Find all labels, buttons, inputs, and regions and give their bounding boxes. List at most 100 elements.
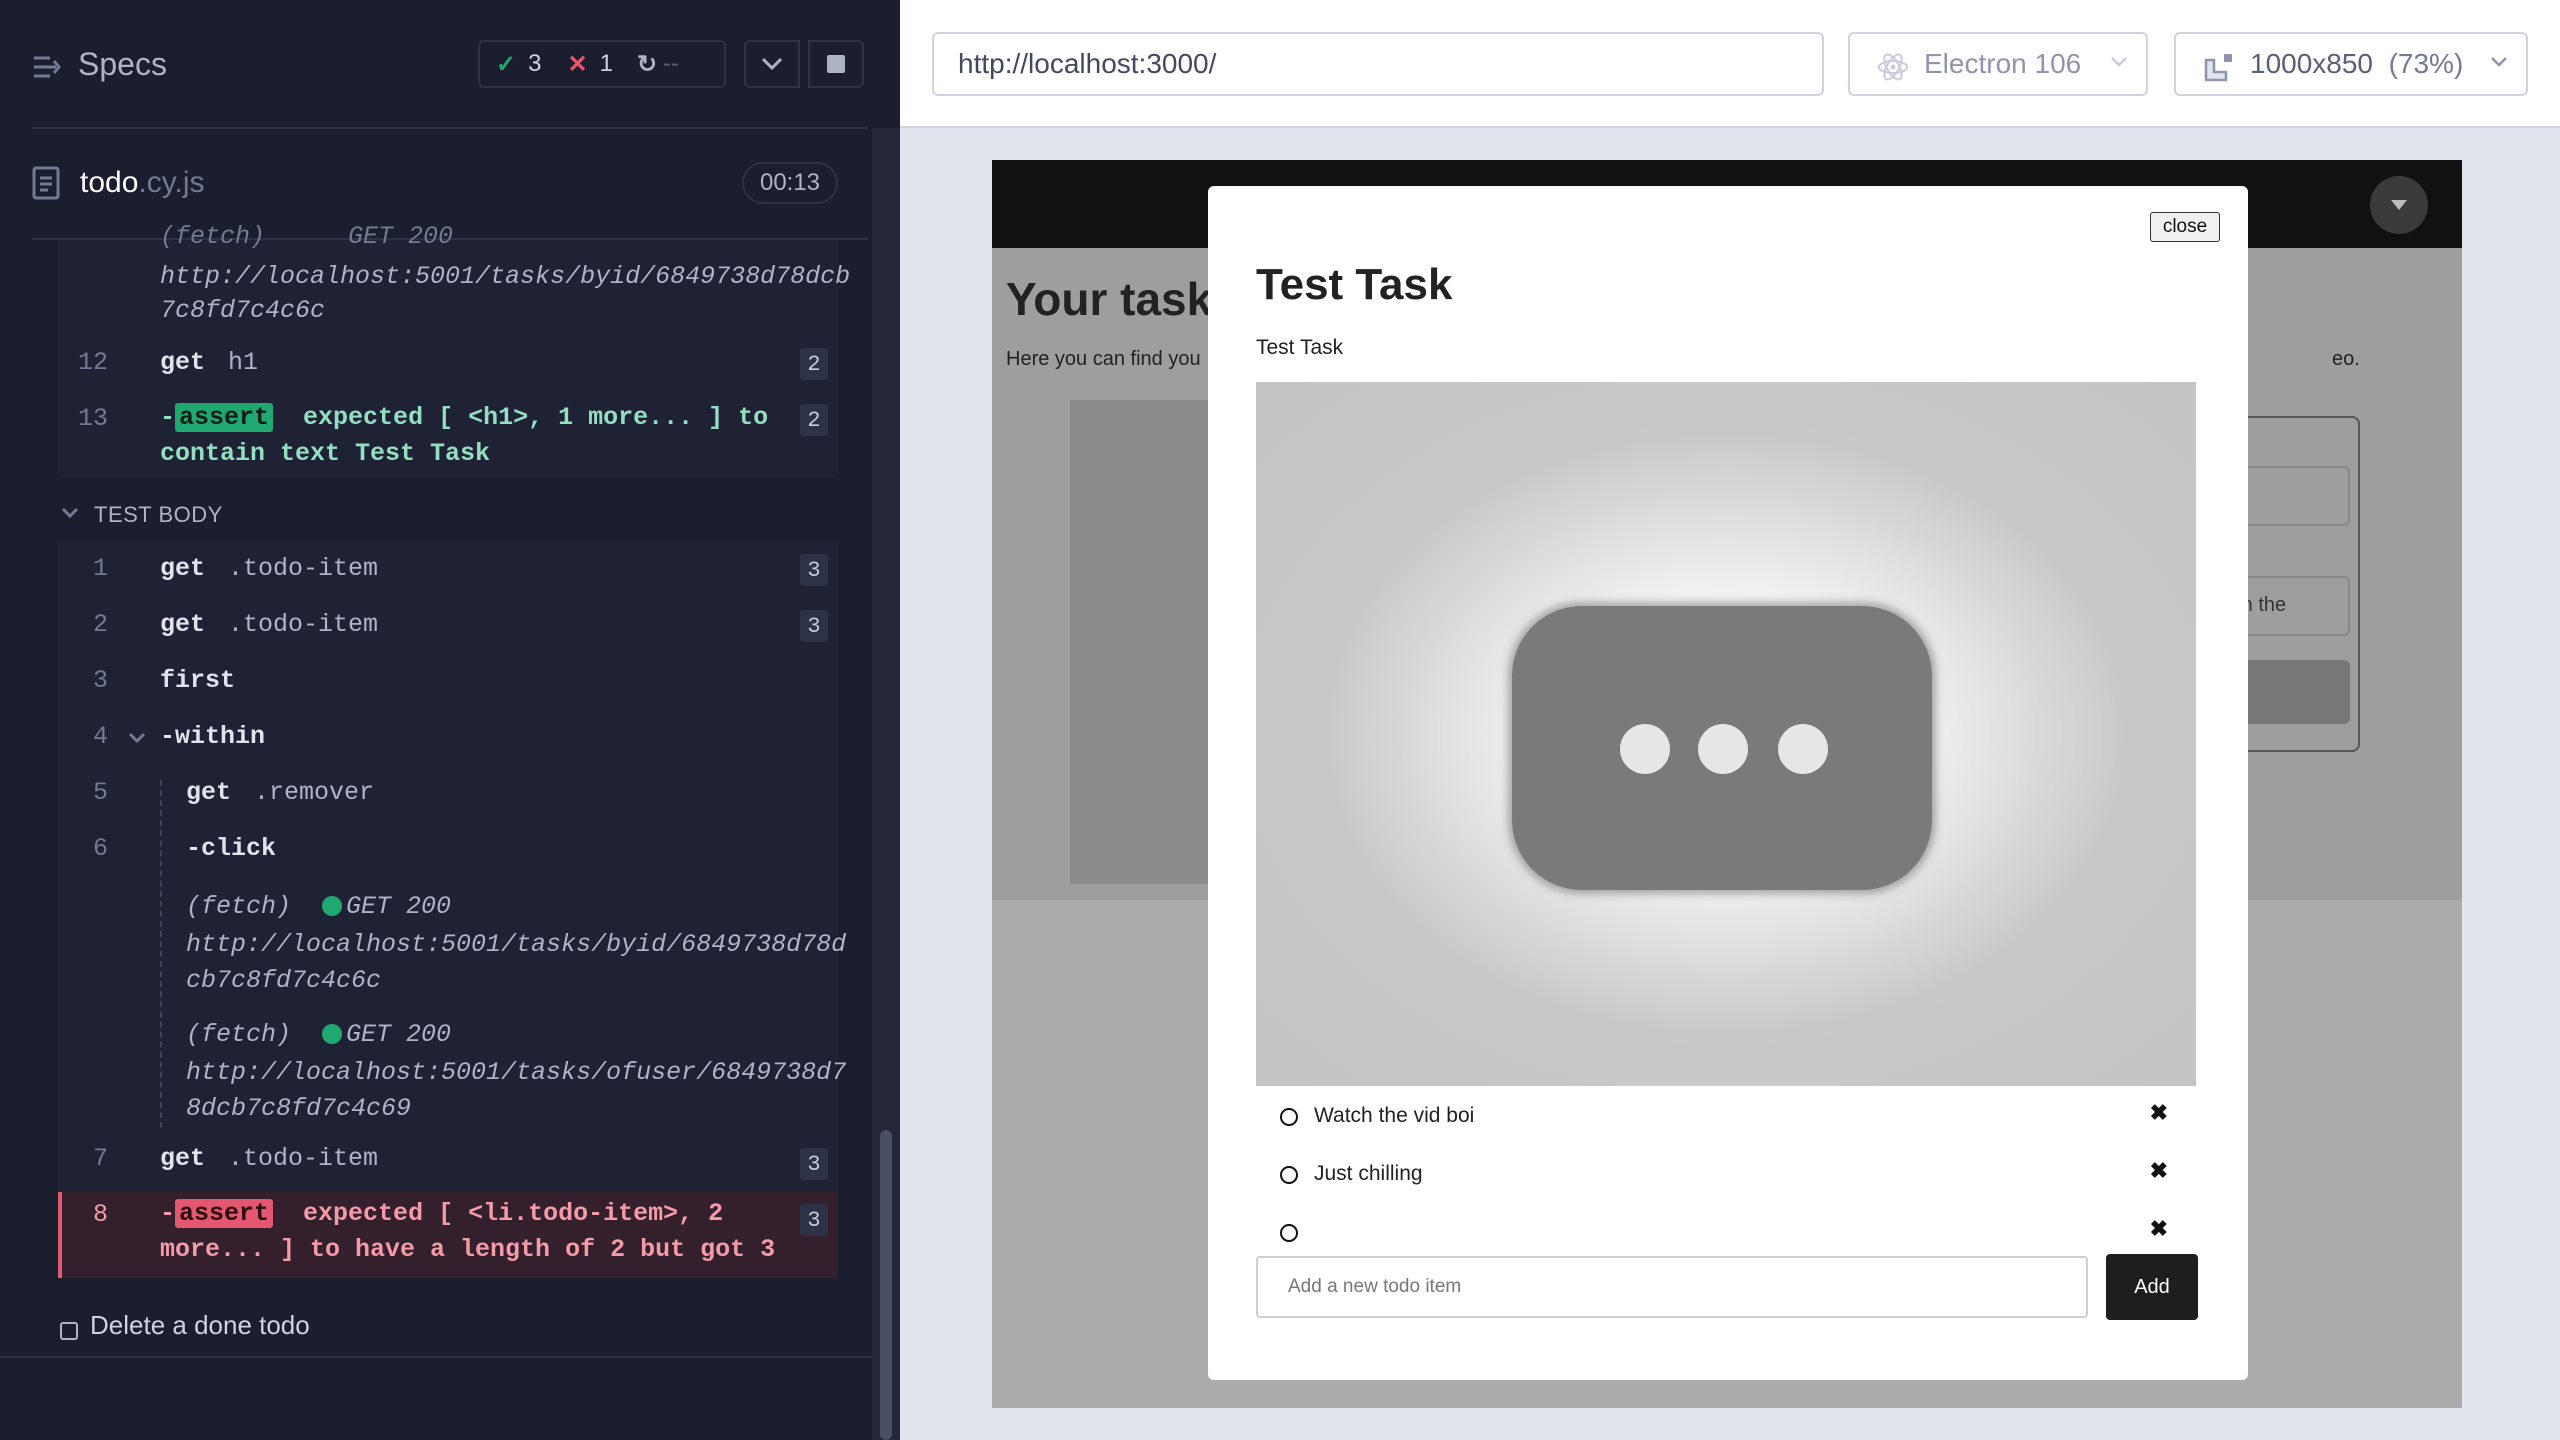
fetch-url: http://localhost:5001/tasks/byid/6849738…: [160, 262, 851, 291]
assert-dash: -: [160, 403, 176, 432]
line-number: 1: [92, 554, 108, 583]
todo-text: Just chilling: [1314, 1162, 1423, 1185]
page-description: Here you can find you: [1006, 348, 1201, 370]
stop-icon: [827, 55, 845, 73]
divider: [0, 1356, 872, 1358]
divider: [32, 127, 868, 129]
assert-message: expected [ <h1>, 1 more... ] to: [303, 403, 769, 432]
video-embed[interactable]: [1256, 382, 2196, 1086]
command-arg: h1: [228, 348, 259, 377]
within-guide: [160, 780, 162, 1128]
aut-panel: http://localhost:3000/ Electron 106 1000…: [900, 0, 2560, 1440]
modal-title: Test Task: [1256, 260, 1453, 309]
collapse-button[interactable]: [744, 40, 800, 88]
todo-toggle[interactable]: [1280, 1166, 1298, 1184]
test-status-checkbox: [60, 1322, 78, 1340]
count-badge: 3: [800, 554, 828, 586]
assert-tag: assert: [175, 1199, 274, 1228]
fetch-status-text: GET 200: [346, 1020, 452, 1049]
chevron-down-icon[interactable]: [60, 506, 80, 520]
chevron-down-icon[interactable]: [128, 732, 146, 744]
line-number: 5: [92, 778, 108, 807]
count-badge: 3: [800, 1204, 828, 1236]
scrollbar-thumb[interactable]: [880, 1130, 892, 1440]
fetch-url-cont: 8dcb7c8fd7c4c69: [186, 1094, 412, 1123]
loading-dot: [1778, 724, 1828, 774]
add-button[interactable]: Add: [2106, 1254, 2198, 1320]
spec-file-base: todo: [80, 166, 139, 199]
fetch-status: GET 200: [348, 222, 454, 251]
close-button[interactable]: close: [2150, 212, 2220, 242]
viewport-zoom: (73%): [2388, 48, 2464, 79]
command-arg: .todo-item: [228, 610, 379, 639]
passed-count: 3: [528, 50, 542, 77]
fetch-status[interactable]: GET 200: [318, 1020, 451, 1049]
assert-line[interactable]: - assert expected [ <h1>, 1 more... ] to: [160, 400, 768, 436]
viewport-selector[interactable]: 1000x850 (73%): [2174, 32, 2528, 96]
check-icon: ✓: [496, 50, 517, 78]
command-within[interactable]: -within: [160, 722, 265, 751]
specs-title[interactable]: Specs: [78, 46, 167, 83]
video-loading-icon: [1512, 606, 1932, 890]
remove-icon[interactable]: ✖: [2150, 1100, 2168, 1126]
count-badge: 2: [800, 348, 828, 380]
fetch-url-cont: cb7c8fd7c4c6c: [186, 966, 382, 995]
fetch-status[interactable]: GET 200: [318, 892, 451, 921]
specs-list-icon[interactable]: [32, 52, 62, 82]
todo-toggle[interactable]: [1280, 1108, 1298, 1126]
add-todo-input[interactable]: Add a new todo item: [1256, 1256, 2088, 1318]
browser-name: Electron 106: [1924, 48, 2082, 79]
remove-icon[interactable]: ✖: [2150, 1158, 2168, 1184]
viewport-size: 1000x850: [2250, 48, 2374, 79]
chevron-down-icon: [761, 57, 783, 71]
fetch-url: http://localhost:5001/tasks/ofuser/68497…: [186, 1058, 847, 1087]
fetch-url: http://localhost:5001/tasks/byid/6849738…: [186, 930, 847, 959]
todo-text: Watch the vid boi: [1314, 1104, 1475, 1127]
electron-icon: [1878, 53, 1908, 81]
browser-toolbar: http://localhost:3000/ Electron 106 1000…: [900, 0, 2560, 128]
fetch-label: (fetch): [186, 892, 292, 921]
stats-summary: ✓ 3 ✕ 1 ↻ --: [478, 40, 726, 88]
command-first[interactable]: first: [160, 666, 235, 695]
command-get[interactable]: get: [160, 554, 205, 583]
ruler-icon: [2204, 54, 2232, 82]
command-get[interactable]: get: [160, 610, 205, 639]
fetch-status-text: GET 200: [346, 892, 452, 921]
fetch-label: (fetch): [186, 1020, 292, 1049]
caret-down-icon: [2391, 200, 2407, 210]
x-icon: ✕: [567, 50, 588, 78]
page-title: Your tasks: [1006, 273, 1238, 325]
command-get[interactable]: get: [160, 1144, 205, 1173]
status-dot-icon: [322, 896, 342, 917]
loading-dot: [1620, 724, 1670, 774]
duration-badge: 00:13: [742, 162, 838, 204]
command-arg: .todo-item: [228, 1144, 379, 1173]
remove-icon[interactable]: ✖: [2150, 1216, 2168, 1242]
browser-selector[interactable]: Electron 106: [1848, 32, 2148, 96]
status-dot-icon: [322, 1024, 342, 1045]
test-title[interactable]: Delete a done todo: [90, 1310, 310, 1341]
command-arg: .remover: [254, 778, 375, 807]
assert-message-cont: more... ] to have a length of 2 but got …: [160, 1235, 776, 1264]
line-number: 13: [77, 404, 108, 433]
line-number: 2: [92, 610, 108, 639]
test-body-label[interactable]: TEST BODY: [94, 502, 223, 528]
app-menu-button[interactable]: [2370, 176, 2428, 234]
spec-file-name: todo.cy.js: [80, 166, 205, 200]
stop-button[interactable]: [808, 40, 864, 88]
failed-count: 1: [599, 50, 613, 77]
assert-message-cont: contain text Test Task: [160, 439, 491, 468]
page-description-end: eo.: [2332, 348, 2360, 370]
url-bar[interactable]: http://localhost:3000/: [932, 32, 1824, 96]
command-get[interactable]: get: [186, 778, 231, 807]
todo-toggle[interactable]: [1280, 1224, 1298, 1242]
command-get[interactable]: get: [160, 348, 205, 377]
todo-item: Just chilling ✖: [1256, 1150, 2196, 1198]
todo-item: ✖: [1256, 1208, 2196, 1256]
chevron-down-icon: [2491, 57, 2507, 67]
command-click[interactable]: -click: [186, 834, 276, 863]
line-number: 3: [92, 666, 108, 695]
count-badge: 3: [800, 1148, 828, 1180]
document-icon: [32, 166, 60, 200]
count-badge: 2: [800, 404, 828, 436]
